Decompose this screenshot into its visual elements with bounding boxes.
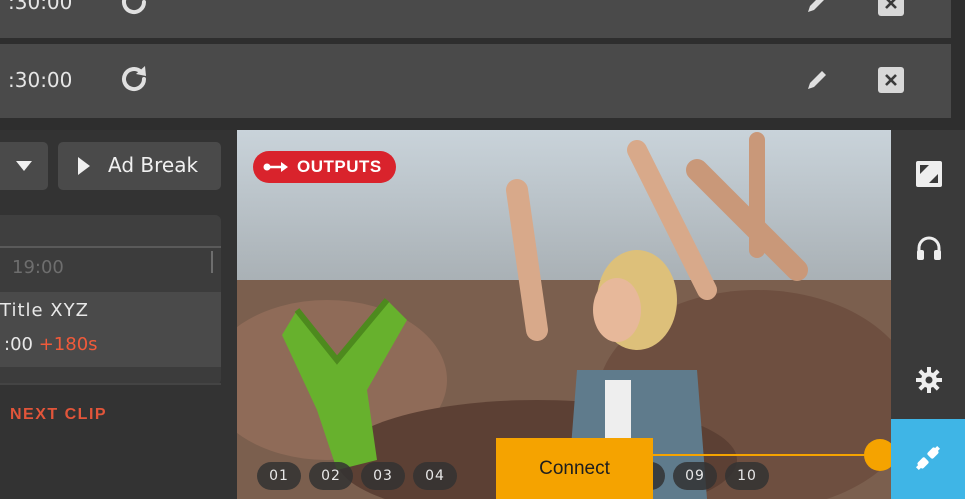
divider [0,383,221,385]
right-toolbar [891,130,965,499]
plug-icon [915,445,941,471]
list-item[interactable]: Title XYZ :00 +180s [0,292,221,367]
channel-button[interactable]: 03 [361,462,405,490]
clip-list: 19:00 Title XYZ :00 +180s [0,215,221,385]
list-item-duration-value: :00 [4,334,33,355]
headphones-icon[interactable] [915,234,943,262]
ad-break-button[interactable]: Ad Break [58,142,221,190]
video-preview[interactable]: OUTPUTS 01 02 03 04 08 09 10 Connect [237,130,891,499]
edit-icon[interactable] [804,67,830,93]
close-icon[interactable] [878,0,904,16]
gear-icon[interactable] [915,366,943,394]
close-icon[interactable] [878,67,904,93]
expand-icon[interactable] [915,160,943,188]
app-root: :30:00 :30:00 Ad Break 19:00 Title XYZ:… [0,0,965,499]
chevron-down-icon [16,161,32,171]
connect-handle[interactable] [864,439,891,471]
refresh-icon[interactable] [116,61,152,97]
channel-button[interactable]: 01 [257,462,301,490]
list-time: 19:00 [12,257,64,278]
outputs-button[interactable]: OUTPUTS [253,151,396,183]
next-clip-button[interactable]: NEXT CLIP [10,406,107,424]
connect-button[interactable]: Connect [496,438,653,499]
list-item-extra-time: +180s [38,334,98,355]
arrow-right-icon [263,162,288,172]
schedule-row-time: :30:00 [8,0,73,14]
schedule-row[interactable]: :30:00 [0,0,965,38]
ad-break-label: Ad Break [108,153,199,177]
edit-icon[interactable] [804,0,830,16]
refresh-icon[interactable] [116,0,152,20]
left-panel: Ad Break 19:00 Title XYZ :00 +180s NEXT … [0,130,237,499]
row-edge [951,44,965,118]
channel-button[interactable]: 04 [413,462,457,490]
connect-line [652,454,882,456]
schedule-row[interactable]: :30:00 [0,44,965,118]
connect-toggle[interactable] [891,419,965,499]
channel-button[interactable]: 02 [309,462,353,490]
channel-button[interactable]: 10 [725,462,769,490]
list-item-title: Title XYZ [0,300,89,321]
row-edge [951,0,965,38]
channel-button[interactable]: 09 [673,462,717,490]
clip-list-header [0,215,221,248]
list-item-duration: :00 +180s [4,334,98,355]
play-icon [78,157,90,175]
list-time-marker [211,251,213,273]
dropdown-button[interactable] [0,142,48,190]
outputs-label: OUTPUTS [297,157,382,176]
schedule-row-time: :30:00 [8,68,73,92]
